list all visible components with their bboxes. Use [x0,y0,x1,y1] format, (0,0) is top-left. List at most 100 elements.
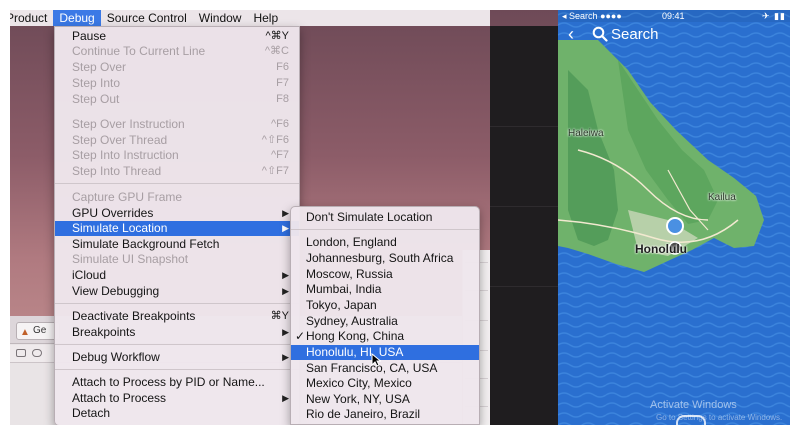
shortcut-label: ^F6 [271,118,289,130]
menu-item-label: Capture GPU Frame [72,190,183,204]
menu-item-label: Step Out [72,92,120,106]
menu-item-label: Johannesburg, South Africa [306,251,454,265]
status-back-to-search[interactable]: ◂ Search ●●●● [562,11,622,22]
mac-menubar: Product Debug Source Control Window Help [10,10,490,26]
location-item-mexico-city[interactable]: Mexico City, Mexico [291,376,479,391]
menu-item-label: Simulate Location [72,221,168,235]
menu-item-label: Step Into [72,76,121,90]
map-label-kailua: Kailua [708,192,736,203]
menu-separator [55,344,299,345]
menu-source-control[interactable]: Source Control [101,10,193,26]
ios-status-bar: ◂ Search ●●●● 09:41 ✈ ▮▮ [558,10,790,22]
menu-item-view-debugging[interactable]: View Debugging ▶ [55,284,299,299]
menu-item-breakpoints[interactable]: Breakpoints ▶ [55,325,299,340]
mac-desktop: ▲ Ge Product Debug Source Control Window… [10,10,558,425]
location-item-honolulu[interactable]: Honolulu, HI, USA [291,345,479,360]
menu-item-step-out[interactable]: Step Out F8 [55,92,299,107]
location-item-tokyo[interactable]: Tokyo, Japan [291,298,479,313]
menu-item-label: Deactivate Breakpoints [72,309,196,323]
menu-separator [55,369,299,370]
shortcut-label: F7 [276,77,289,89]
home-indicator [676,415,706,425]
menu-item-label: Step Over Thread [72,133,168,147]
menu-item-label: View Debugging [72,284,160,298]
user-location-icon[interactable] [666,217,684,235]
menu-item-label: Pause [72,29,107,43]
menu-item-label: Don't Simulate Location [306,210,433,224]
menu-item-label: Attach to Process by PID or Name... [72,375,265,389]
menu-item-step-into-thread[interactable]: Step Into Thread ^⇧F7 [55,164,299,179]
mouse-cursor-icon [371,353,381,367]
menu-debug[interactable]: Debug [53,10,101,26]
shortcut-label: F6 [276,61,289,73]
debug-menu: Pause ^⌘Y Continue To Current Line ^⌘C S… [54,26,300,425]
menu-item-continue-to-line[interactable]: Continue To Current Line ^⌘C [55,44,299,59]
submenu-arrow-icon: ▶ [282,327,289,337]
simulate-location-submenu: Don't Simulate Location London, England … [290,206,480,425]
submenu-arrow-icon: ▶ [282,270,289,280]
menu-item-label: Tokyo, Japan [306,298,377,312]
location-item-sydney[interactable]: Sydney, Australia [291,314,479,329]
menu-item-deactivate-breakpoints[interactable]: Deactivate Breakpoints ⌘Y [55,309,299,324]
location-item-new-york[interactable]: New York, NY, USA [291,392,479,407]
map-view[interactable] [558,10,790,425]
activate-windows-watermark: Activate Windows [650,399,737,411]
menu-item-simulate-background-fetch[interactable]: Simulate Background Fetch [55,237,299,252]
activate-windows-subtext: Go to Settings to activate Windows. [656,413,783,422]
shortcut-label: ⌘Y [270,310,289,322]
tag-icon[interactable] [32,349,42,357]
submenu-arrow-icon: ▶ [282,223,289,233]
shortcut-label: ^⇧F6 [261,134,289,146]
menu-item-gpu-overrides[interactable]: GPU Overrides ▶ [55,206,299,221]
navigator-icon[interactable] [16,349,26,357]
shortcut-label: ^⌘Y [265,30,290,42]
menu-item-label: Simulate Background Fetch [72,237,220,251]
location-item-dont-simulate[interactable]: Don't Simulate Location [291,210,479,225]
search-icon[interactable] [592,26,608,42]
shortcut-label: F8 [276,93,289,105]
map-label-haleiwa: Haleiwa [568,128,604,139]
menu-item-simulate-ui-snapshot[interactable]: Simulate UI Snapshot [55,252,299,267]
menu-item-label: GPU Overrides [72,206,154,220]
menu-item-label: London, England [306,235,397,249]
checkmark-icon: ✓ [295,329,306,343]
menu-item-icloud[interactable]: iCloud ▶ [55,268,299,283]
location-item-moscow[interactable]: Moscow, Russia [291,267,479,282]
menu-help[interactable]: Help [247,10,284,26]
menu-item-label: Continue To Current Line [72,44,206,58]
menu-item-step-over[interactable]: Step Over F6 [55,60,299,75]
menu-item-attach-to-process[interactable]: Attach to Process ▶ [55,391,299,406]
menu-item-pause[interactable]: Pause ^⌘Y [55,29,299,44]
search-field-label[interactable]: Search [611,26,659,43]
submenu-arrow-icon: ▶ [282,208,289,218]
menu-item-step-into[interactable]: Step Into F7 [55,76,299,91]
xcode-dark-pane [490,26,558,425]
menu-window[interactable]: Window [193,10,248,26]
menu-item-step-over-instruction[interactable]: Step Over Instruction ^F6 [55,117,299,132]
xcode-tab-label: Ge [33,325,47,336]
back-chevron-icon[interactable]: ‹ [568,24,574,44]
menu-separator [55,303,299,304]
location-item-london[interactable]: London, England [291,235,479,250]
location-item-mumbai[interactable]: Mumbai, India [291,282,479,297]
screenshot-frame: ▲ Ge Product Debug Source Control Window… [10,10,790,425]
menu-product[interactable]: Product [10,10,53,26]
swift-file-icon: ▲ [20,327,30,338]
location-item-rio-de-janeiro[interactable]: Rio de Janeiro, Brazil [291,407,479,422]
location-item-san-francisco[interactable]: San Francisco, CA, USA [291,361,479,376]
location-item-hong-kong[interactable]: ✓ Hong Kong, China [291,329,479,344]
status-search-label: Search [569,11,598,21]
menu-item-label: Mexico City, Mexico [306,376,412,390]
menu-item-capture-gpu-frame[interactable]: Capture GPU Frame [55,190,299,205]
menu-item-label: Rio de Janeiro, Brazil [306,407,421,421]
menu-separator [55,183,299,184]
search-nav-bar: ‹ Search [558,22,790,46]
menu-item-step-into-instruction[interactable]: Step Into Instruction ^F7 [55,148,299,163]
menu-item-simulate-location[interactable]: Simulate Location ▶ [55,221,299,236]
location-item-johannesburg[interactable]: Johannesburg, South Africa [291,251,479,266]
menu-item-label: Step Over [72,60,127,74]
menu-item-detach[interactable]: Detach [55,406,299,421]
menu-item-step-over-thread[interactable]: Step Over Thread ^⇧F6 [55,133,299,148]
menu-item-attach-by-pid[interactable]: Attach to Process by PID or Name... [55,375,299,390]
menu-item-debug-workflow[interactable]: Debug Workflow ▶ [55,350,299,365]
